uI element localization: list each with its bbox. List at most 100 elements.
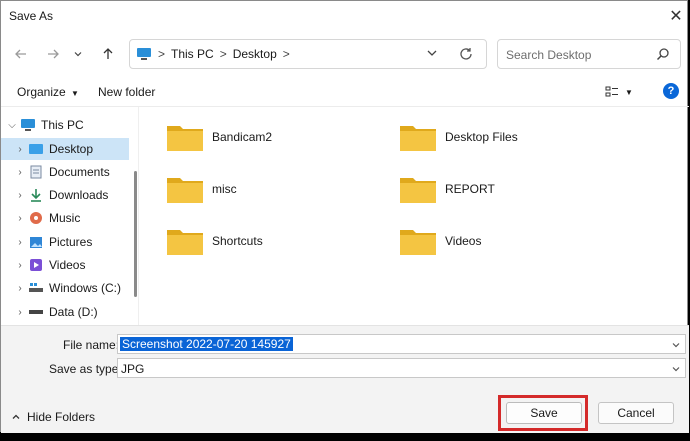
folder-icon	[400, 178, 436, 203]
folder-icon	[400, 230, 436, 255]
sidebar-item-label: Pictures	[49, 235, 93, 249]
window-title: Save As	[9, 9, 54, 23]
file-name-label: File name:	[63, 338, 120, 352]
folder-name: Shortcuts	[212, 234, 263, 248]
organize-label: Organize	[17, 85, 66, 99]
sidebar-item-label: Windows (C:)	[49, 281, 122, 295]
sidebar-scrollbar[interactable]	[134, 171, 137, 297]
sidebar-item-label: Videos	[49, 258, 86, 272]
hide-folders-label: Hide Folders	[27, 410, 96, 424]
monitor-icon	[137, 48, 151, 60]
downloads-icon	[27, 187, 45, 203]
sidebar-item-desktop[interactable]: › Desktop	[1, 138, 129, 160]
documents-icon	[27, 164, 45, 180]
file-list: Bandicam2 Desktop Files misc REPORT Shor…	[141, 107, 689, 325]
breadcrumb-separator: >	[158, 47, 166, 61]
view-options-button[interactable]: ▼	[605, 84, 639, 100]
folder-icon	[167, 126, 203, 151]
save-as-dialog: Save As ✕ > This PC > Desktop > Search D…	[0, 0, 689, 433]
breadcrumb-desktop[interactable]: Desktop	[233, 47, 277, 61]
details-view-icon	[605, 86, 618, 97]
chevron-down-icon[interactable]: ⌵	[5, 120, 19, 131]
folder-item[interactable]: Videos	[399, 221, 481, 261]
file-name-value: Screenshot 2022-07-20 145927	[120, 337, 293, 351]
music-icon	[27, 210, 45, 226]
folder-item[interactable]: REPORT	[399, 169, 495, 209]
search-placeholder: Search Desktop	[506, 48, 592, 62]
search-icon[interactable]	[656, 47, 670, 64]
sidebar-item-data-d[interactable]: › Data (D:)	[1, 301, 129, 323]
pictures-icon	[27, 234, 45, 250]
sidebar-item-windows-c[interactable]: › Windows (C:)	[1, 277, 129, 299]
chevron-right-icon[interactable]: ›	[13, 307, 27, 318]
close-icon[interactable]: ✕	[665, 6, 687, 28]
computer-icon	[19, 117, 37, 133]
chevron-up-icon	[12, 414, 20, 419]
breadcrumb: > This PC > Desktop >	[136, 47, 290, 61]
back-arrow-icon[interactable]	[10, 43, 32, 65]
sidebar-item-music[interactable]: › Music	[1, 207, 129, 229]
folder-icon	[167, 230, 203, 255]
drive-d-icon	[27, 304, 45, 320]
caret-down-icon: ▼	[71, 89, 79, 98]
chevron-right-icon[interactable]: ›	[13, 167, 27, 178]
caret-down-icon: ▼	[625, 87, 633, 97]
folder-name: misc	[212, 182, 237, 196]
chevron-right-icon[interactable]: ›	[13, 237, 27, 248]
drive-c-icon	[27, 280, 45, 296]
folder-name: Desktop Files	[445, 130, 518, 144]
folder-name: Bandicam2	[212, 130, 273, 144]
folder-item[interactable]: misc	[166, 169, 237, 209]
recent-locations-chevron-icon[interactable]	[71, 43, 85, 65]
navigation-pane: ⌵ This PC › Desktop › Documents › Downlo…	[1, 107, 139, 325]
chevron-right-icon[interactable]: ›	[13, 144, 27, 155]
save-as-type-value: JPG	[121, 362, 145, 376]
up-arrow-icon[interactable]	[97, 43, 119, 65]
sidebar-item-this-pc[interactable]: ⌵ This PC	[1, 114, 129, 136]
sidebar-item-label: Music	[49, 211, 81, 225]
save-as-type-label: Save as type:	[49, 362, 122, 376]
organize-button[interactable]: Organize ▼	[17, 85, 79, 99]
sidebar-item-label: This PC	[41, 118, 84, 132]
chevron-right-icon[interactable]: ›	[13, 190, 27, 201]
sidebar-item-videos[interactable]: › Videos	[1, 254, 129, 276]
folder-name: Videos	[445, 234, 482, 248]
new-folder-button[interactable]: New folder	[98, 85, 155, 99]
address-dropdown-icon[interactable]	[426, 47, 438, 62]
breadcrumb-separator: >	[282, 47, 290, 61]
sidebar-item-pictures[interactable]: › Pictures	[1, 231, 129, 253]
breadcrumb-this-pc[interactable]: This PC	[171, 47, 214, 61]
forward-arrow-icon[interactable]	[42, 43, 64, 65]
title-bar: Save As ✕	[1, 1, 689, 33]
sidebar-item-label: Documents	[49, 165, 110, 179]
folder-item[interactable]: Bandicam2	[166, 117, 272, 157]
hide-folders-button[interactable]: Hide Folders	[11, 410, 95, 424]
file-name-input[interactable]: Screenshot 2022-07-20 145927	[117, 334, 686, 354]
folder-name: REPORT	[445, 182, 495, 196]
folder-icon	[167, 178, 203, 203]
desktop-icon	[27, 141, 45, 157]
command-toolbar: Organize ▼ New folder ▼ ?	[1, 77, 689, 107]
search-input[interactable]: Search Desktop	[497, 39, 681, 69]
help-icon[interactable]: ?	[663, 83, 679, 99]
chevron-down-icon[interactable]	[671, 363, 681, 377]
videos-icon	[27, 257, 45, 273]
sidebar-item-label: Downloads	[49, 188, 109, 202]
chevron-right-icon[interactable]: ›	[13, 213, 27, 224]
sidebar-item-label: Data (D:)	[49, 305, 98, 319]
chevron-right-icon[interactable]: ›	[13, 283, 27, 294]
save-button-highlight	[498, 395, 588, 431]
chevron-down-icon[interactable]	[671, 339, 681, 353]
save-as-type-select[interactable]: JPG	[117, 358, 686, 378]
sidebar-item-downloads[interactable]: › Downloads	[1, 184, 129, 206]
chevron-right-icon[interactable]: ›	[13, 260, 27, 271]
folder-item[interactable]: Shortcuts	[166, 221, 263, 261]
folder-icon	[400, 126, 436, 151]
address-bar[interactable]: > This PC > Desktop >	[129, 39, 487, 69]
sidebar-item-documents[interactable]: › Documents	[1, 161, 129, 183]
folder-item[interactable]: Desktop Files	[399, 117, 518, 157]
cancel-button[interactable]: Cancel	[598, 402, 674, 424]
refresh-icon[interactable]	[458, 46, 474, 65]
sidebar-item-label: Desktop	[49, 142, 94, 156]
breadcrumb-separator: >	[219, 47, 227, 61]
